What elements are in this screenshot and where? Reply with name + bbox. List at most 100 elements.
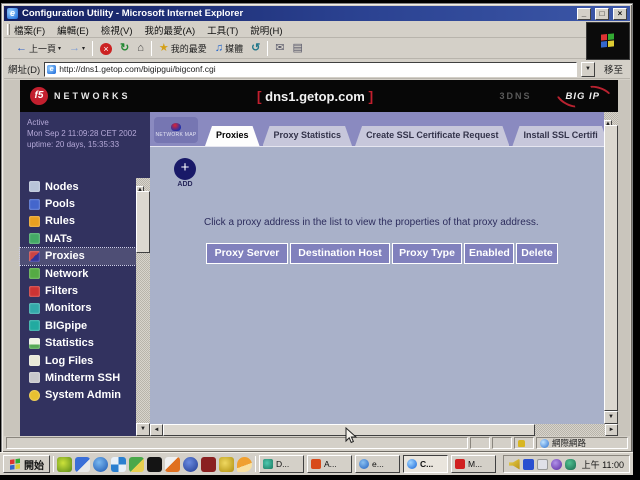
column-proxy-server[interactable]: Proxy Server bbox=[206, 243, 288, 264]
history-button[interactable]: ↺ bbox=[247, 42, 264, 55]
menu-tools[interactable]: 工具(T) bbox=[207, 23, 238, 37]
nodes-icon bbox=[29, 181, 40, 192]
menu-view[interactable]: 檢視(V) bbox=[101, 23, 133, 37]
back-dropdown-icon[interactable]: ▾ bbox=[58, 45, 61, 52]
maximize-button[interactable]: □ bbox=[595, 8, 609, 20]
sidebar-item-proxies[interactable]: Proxies bbox=[20, 248, 136, 265]
stop-button[interactable]: × bbox=[96, 42, 116, 56]
sidebar-item-pools[interactable]: Pools bbox=[20, 195, 136, 212]
product-3dns[interactable]: 3DNS bbox=[499, 91, 531, 101]
pools-icon bbox=[29, 199, 40, 210]
go-label: 移至 bbox=[604, 62, 623, 76]
sidebar-item-rules[interactable]: Rules bbox=[20, 213, 136, 230]
task-label: e... bbox=[372, 459, 384, 469]
sidebar-scrollbar[interactable]: ▲ ▼ bbox=[136, 178, 150, 436]
task-label: M... bbox=[468, 459, 482, 469]
favorites-button[interactable]: ★ 我的最愛 bbox=[155, 41, 211, 56]
content-vertical-scrollbar[interactable]: ▲ ▼ bbox=[604, 112, 618, 424]
task-label: C... bbox=[420, 459, 433, 469]
product-bigip[interactable]: BIG IP bbox=[565, 91, 600, 102]
sidebar-item-bigpipe[interactable]: BIGpipe bbox=[20, 317, 136, 334]
taskbar-clock[interactable]: 上午 11:00 bbox=[582, 458, 624, 471]
sidebar-item-nodes[interactable]: Nodes bbox=[20, 178, 136, 195]
sidebar-item-label: Log Files bbox=[45, 355, 93, 367]
media-button[interactable]: ♫ 媒體 bbox=[211, 41, 247, 56]
column-proxy-type[interactable]: Proxy Type bbox=[392, 243, 462, 264]
quicklaunch-icon-2[interactable] bbox=[75, 457, 90, 472]
task-button-1[interactable]: D... bbox=[259, 455, 304, 473]
title-bar: e Configuration Utility - Microsoft Inte… bbox=[4, 6, 630, 21]
bracket-right: ] bbox=[368, 88, 373, 104]
quicklaunch-icon-8[interactable] bbox=[183, 457, 198, 472]
sidebar-item-statistics[interactable]: Statistics bbox=[20, 335, 136, 352]
content-scroll-thumb[interactable] bbox=[604, 125, 618, 411]
quicklaunch-icon-4[interactable] bbox=[111, 457, 126, 472]
mail-button[interactable]: ✉ bbox=[271, 42, 288, 55]
address-input[interactable]: e http://dns1.getop.com/bigipgui/bigconf… bbox=[44, 62, 577, 77]
menu-edit[interactable]: 編輯(E) bbox=[57, 23, 89, 37]
task-icon-3 bbox=[359, 459, 369, 469]
quicklaunch-icon-3[interactable] bbox=[93, 457, 108, 472]
task-button-2[interactable]: A... bbox=[307, 455, 352, 473]
quicklaunch-icon-10[interactable] bbox=[219, 457, 234, 472]
sidebar-item-filters[interactable]: Filters bbox=[20, 282, 136, 299]
quicklaunch-icon-9[interactable] bbox=[201, 457, 216, 472]
quick-launch bbox=[57, 457, 252, 472]
menu-file[interactable]: 檔案(F) bbox=[14, 23, 45, 37]
sidebar-item-monitors[interactable]: Monitors bbox=[20, 300, 136, 317]
forward-dropdown-icon[interactable]: ▾ bbox=[82, 45, 85, 52]
tray-icon-2[interactable] bbox=[523, 459, 534, 470]
tab-create-ssl-certificate-request[interactable]: Create SSL Certificate Request bbox=[355, 126, 509, 146]
quicklaunch-icon-1[interactable] bbox=[57, 457, 72, 472]
task-button-3[interactable]: e... bbox=[355, 455, 400, 473]
task-button-configuration-utility[interactable]: C... bbox=[403, 455, 448, 473]
close-button[interactable]: × bbox=[613, 8, 627, 20]
sidebar-item-nats[interactable]: NATs bbox=[20, 230, 136, 247]
menu-favorites[interactable]: 我的最愛(A) bbox=[144, 23, 195, 37]
column-delete[interactable]: Delete bbox=[516, 243, 558, 264]
add-label: ADD bbox=[172, 181, 198, 188]
content-horizontal-scrollbar[interactable]: ◄ ► bbox=[150, 424, 618, 436]
quicklaunch-icon-11[interactable] bbox=[237, 457, 252, 472]
back-button[interactable]: ← 上一頁 ▾ bbox=[12, 41, 65, 56]
task-button-5[interactable]: M... bbox=[451, 455, 496, 473]
sidebar-item-network[interactable]: Network bbox=[20, 265, 136, 282]
sidebar-item-mindterm-ssh[interactable]: Mindterm SSH bbox=[20, 369, 136, 386]
tray-icon-4[interactable] bbox=[551, 459, 562, 470]
sidebar-item-log-files[interactable]: Log Files bbox=[20, 352, 136, 369]
menu-help[interactable]: 說明(H) bbox=[250, 23, 282, 37]
sidebar-scroll-down-icon[interactable]: ▼ bbox=[136, 423, 150, 436]
add-button[interactable]: + ADD bbox=[172, 158, 198, 188]
forward-button[interactable]: → ▾ bbox=[65, 42, 89, 55]
quicklaunch-icon-6[interactable] bbox=[147, 457, 162, 472]
windows-logo-throbber bbox=[586, 22, 630, 60]
print-button[interactable]: ▤ bbox=[289, 42, 307, 55]
quicklaunch-icon-5[interactable] bbox=[129, 457, 144, 472]
sidebar-item-system-admin[interactable]: System Admin bbox=[20, 387, 136, 404]
column-enabled[interactable]: Enabled bbox=[464, 243, 514, 264]
network-map-button[interactable]: NETWORK MAP bbox=[154, 117, 198, 143]
quicklaunch-icon-7[interactable] bbox=[165, 457, 180, 472]
tray-icon-5[interactable] bbox=[565, 459, 576, 470]
taskbar: 開始 D... A... e... bbox=[0, 452, 633, 475]
status-uptime: uptime: 20 days, 15:35:33 bbox=[27, 139, 150, 150]
tab-install-ssl-certificate[interactable]: Install SSL Certifi bbox=[512, 126, 604, 146]
home-button[interactable]: ⌂ bbox=[133, 42, 148, 55]
network-map-icon bbox=[171, 123, 181, 131]
sidebar-scroll-thumb[interactable] bbox=[136, 191, 150, 253]
content-scroll-left-icon[interactable]: ◄ bbox=[150, 424, 163, 436]
content-scroll-right-icon[interactable]: ► bbox=[605, 424, 618, 436]
f5-banner: f5 NETWORKS [ dns1.getop.com ] 3DNS BIG … bbox=[20, 80, 618, 112]
task-icon-2 bbox=[311, 459, 321, 469]
refresh-button[interactable]: ↻ bbox=[116, 42, 133, 55]
content-scroll-down-icon[interactable]: ▼ bbox=[604, 411, 618, 424]
start-button[interactable]: 開始 bbox=[3, 455, 50, 473]
address-dropdown-button[interactable]: ▼ bbox=[581, 62, 595, 77]
volume-icon[interactable] bbox=[509, 459, 520, 470]
column-destination-host[interactable]: Destination Host bbox=[290, 243, 390, 264]
minimize-button[interactable]: _ bbox=[577, 8, 591, 20]
tray-icon-3[interactable] bbox=[537, 459, 548, 470]
tab-proxy-statistics[interactable]: Proxy Statistics bbox=[263, 126, 353, 146]
tab-proxies[interactable]: Proxies bbox=[205, 126, 260, 146]
go-button[interactable]: 移至 bbox=[599, 62, 626, 76]
